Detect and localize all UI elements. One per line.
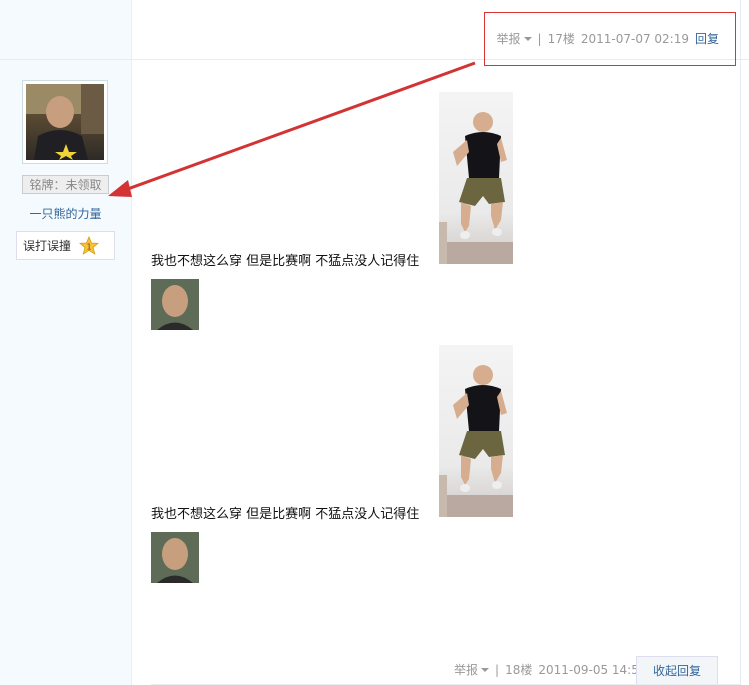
star-icon: 1	[78, 235, 100, 256]
honor-label: 误打误撞	[23, 239, 72, 253]
floor-number: 18楼	[505, 663, 533, 677]
collapse-replies-button[interactable]: 收起回复	[636, 656, 718, 685]
annotation-box	[484, 12, 736, 66]
next-post-meta-row: 举报 | 18楼 2011-09-05 14:56	[454, 661, 646, 678]
username-link[interactable]: 一只熊的力量	[0, 205, 131, 222]
post-image[interactable]	[151, 532, 199, 583]
post-border	[740, 0, 741, 685]
report-button[interactable]: 举报	[454, 661, 490, 678]
post-text: 我也不想这么穿 但是比赛啊 不猛点没人记得住	[151, 507, 420, 522]
post-image[interactable]	[151, 279, 199, 330]
avatar-image	[26, 84, 104, 160]
report-label: 举报	[454, 663, 479, 677]
medal-button[interactable]: 铭牌：未领取	[22, 175, 109, 194]
avatar[interactable]	[22, 80, 108, 164]
honor-level: 1	[86, 242, 91, 251]
post-timestamp: 2011-09-05 14:56	[538, 662, 647, 677]
chevron-down-icon	[481, 667, 490, 672]
post-image[interactable]	[439, 92, 513, 264]
post-text: 我也不想这么穿 但是比赛啊 不猛点没人记得住	[151, 254, 420, 269]
honor-badge[interactable]: 误打误撞 1	[16, 231, 115, 260]
post-image[interactable]	[439, 345, 513, 517]
meta-separator: |	[495, 662, 500, 677]
